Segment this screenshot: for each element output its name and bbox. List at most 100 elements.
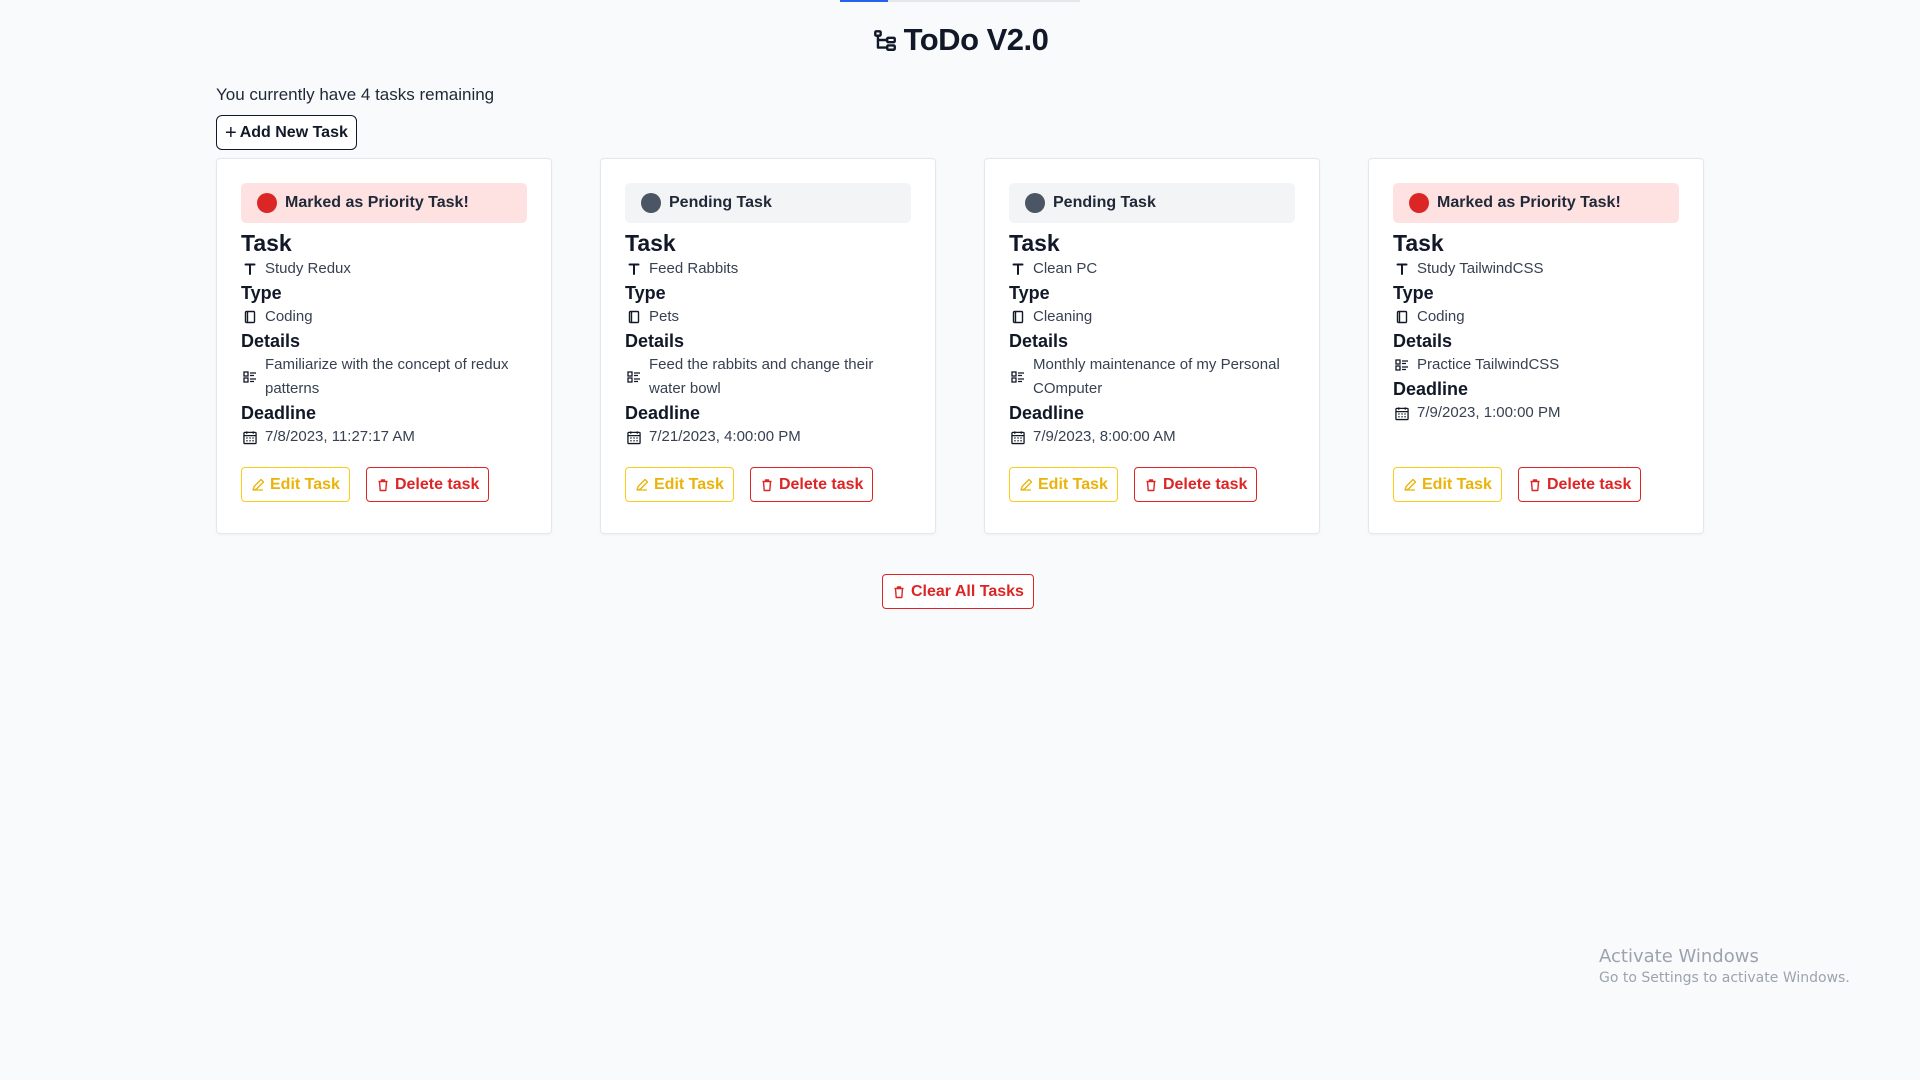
type-heading: Type <box>1009 283 1050 303</box>
task-deadline-row: 7/9/2023, 1:00:00 PM <box>1395 401 1679 425</box>
delete-task-label: Delete task <box>1162 475 1248 493</box>
text-type-icon <box>243 262 257 276</box>
task-type-row: Pets <box>627 305 911 329</box>
text-type-icon <box>1011 262 1025 276</box>
task-details-row: Practice TailwindCSS <box>1395 353 1679 377</box>
clear-all-tasks-button[interactable]: Clear All Tasks <box>882 574 1034 609</box>
top-progress-indicator <box>840 0 1080 2</box>
task-type: Coding <box>1417 308 1465 325</box>
trash-icon <box>1144 478 1158 492</box>
file-icon <box>243 310 257 324</box>
details-heading: Details <box>1393 331 1453 351</box>
hierarchy-icon <box>872 27 898 53</box>
task-card: Pending Task Task Feed Rabbits Type Pets… <box>600 158 936 534</box>
calendar-icon <box>627 430 641 445</box>
delete-task-label: Delete task <box>778 475 864 493</box>
status-label: Marked as Priority Task! <box>1437 194 1621 211</box>
delete-task-button[interactable]: Delete task <box>1517 467 1642 502</box>
clear-all-tasks-label: Clear All Tasks <box>911 582 1024 600</box>
type-heading: Type <box>1393 283 1434 303</box>
pencil-icon <box>251 478 265 492</box>
edit-task-label: Edit Task <box>270 475 340 493</box>
task-name: Clean PC <box>1033 260 1098 277</box>
status-badge: Pending Task <box>1009 183 1295 223</box>
status-label: Pending Task <box>1053 194 1156 211</box>
delete-task-button[interactable]: Delete task <box>365 467 490 502</box>
status-dot-icon <box>1409 193 1429 213</box>
delete-task-label: Delete task <box>1546 475 1632 493</box>
card-actions: Edit Task Delete task <box>625 467 874 502</box>
task-type-row: Coding <box>1395 305 1679 329</box>
pencil-icon <box>1019 478 1033 492</box>
task-type-row: Coding <box>243 305 527 329</box>
task-name-row: Clean PC <box>1011 257 1295 281</box>
card-actions: Edit Task Delete task <box>1393 467 1642 502</box>
delete-task-label: Delete task <box>394 475 480 493</box>
status-badge: Pending Task <box>625 183 911 223</box>
watermark-subtitle: Go to Settings to activate Windows. <box>1599 970 1850 986</box>
task-deadline: 7/9/2023, 8:00:00 AM <box>1033 428 1176 445</box>
edit-task-button[interactable]: Edit Task <box>625 467 734 502</box>
status-label: Pending Task <box>669 194 772 211</box>
delete-task-button[interactable]: Delete task <box>1133 467 1258 502</box>
task-deadline: 7/21/2023, 4:00:00 PM <box>649 428 801 445</box>
windows-activation-watermark: Activate Windows Go to Settings to activ… <box>1599 946 1850 986</box>
list-details-icon <box>243 370 257 384</box>
task-deadline-row: 7/9/2023, 8:00:00 AM <box>1011 425 1295 449</box>
watermark-title: Activate Windows <box>1599 946 1759 967</box>
task-heading: Task <box>1393 230 1444 256</box>
status-label: Marked as Priority Task! <box>285 194 469 211</box>
edit-task-label: Edit Task <box>1038 475 1108 493</box>
calendar-icon <box>1395 406 1409 421</box>
task-heading: Task <box>625 230 676 256</box>
card-actions: Edit Task Delete task <box>241 467 490 502</box>
deadline-heading: Deadline <box>1009 403 1085 423</box>
task-deadline-row: 7/8/2023, 11:27:17 AM <box>243 425 527 449</box>
edit-task-button[interactable]: Edit Task <box>1009 467 1118 502</box>
task-name-row: Study Redux <box>243 257 527 281</box>
list-details-icon <box>1395 358 1409 372</box>
details-heading: Details <box>625 331 685 351</box>
task-details: Familiarize with the concept of redux pa… <box>265 356 509 397</box>
text-type-icon <box>1395 262 1409 276</box>
task-name: Study Redux <box>265 260 351 277</box>
status-badge: Marked as Priority Task! <box>241 183 527 223</box>
task-name: Study TailwindCSS <box>1417 260 1544 277</box>
status-badge: Marked as Priority Task! <box>1393 183 1679 223</box>
details-heading: Details <box>1009 331 1069 351</box>
add-new-task-label: Add New Task <box>239 123 348 141</box>
edit-task-button[interactable]: Edit Task <box>241 467 350 502</box>
task-type-row: Cleaning <box>1011 305 1295 329</box>
edit-task-button[interactable]: Edit Task <box>1393 467 1502 502</box>
deadline-heading: Deadline <box>1393 379 1469 399</box>
details-heading: Details <box>241 331 301 351</box>
status-dot-icon <box>641 193 661 213</box>
task-deadline-row: 7/21/2023, 4:00:00 PM <box>627 425 911 449</box>
task-details: Feed the rabbits and change their water … <box>649 356 874 397</box>
trash-icon <box>376 478 390 492</box>
file-icon <box>627 310 641 324</box>
task-details-row: Monthly maintenance of my Personal COmpu… <box>1011 353 1295 401</box>
top-progress-segment <box>840 0 888 2</box>
delete-task-button[interactable]: Delete task <box>749 467 874 502</box>
add-new-task-button[interactable]: + Add New Task <box>216 115 357 150</box>
list-details-icon <box>1011 370 1025 384</box>
pencil-icon <box>1403 478 1417 492</box>
task-heading: Task <box>241 230 292 256</box>
file-icon <box>1011 310 1025 324</box>
list-details-icon <box>627 370 641 384</box>
tasks-remaining-text: You currently have 4 tasks remaining <box>216 85 495 104</box>
type-heading: Type <box>241 283 282 303</box>
status-dot-icon <box>1025 193 1045 213</box>
text-type-icon <box>627 262 641 276</box>
task-type: Cleaning <box>1033 308 1093 325</box>
task-details: Practice TailwindCSS <box>1417 356 1560 373</box>
task-card: Marked as Priority Task! Task Study Tail… <box>1368 158 1704 534</box>
edit-task-label: Edit Task <box>654 475 724 493</box>
deadline-heading: Deadline <box>241 403 317 423</box>
app-header: ToDo V2.0 <box>0 22 1920 58</box>
task-details-row: Familiarize with the concept of redux pa… <box>243 353 527 401</box>
trash-icon <box>760 478 774 492</box>
task-type: Pets <box>649 308 680 325</box>
plus-icon: + <box>225 121 237 144</box>
